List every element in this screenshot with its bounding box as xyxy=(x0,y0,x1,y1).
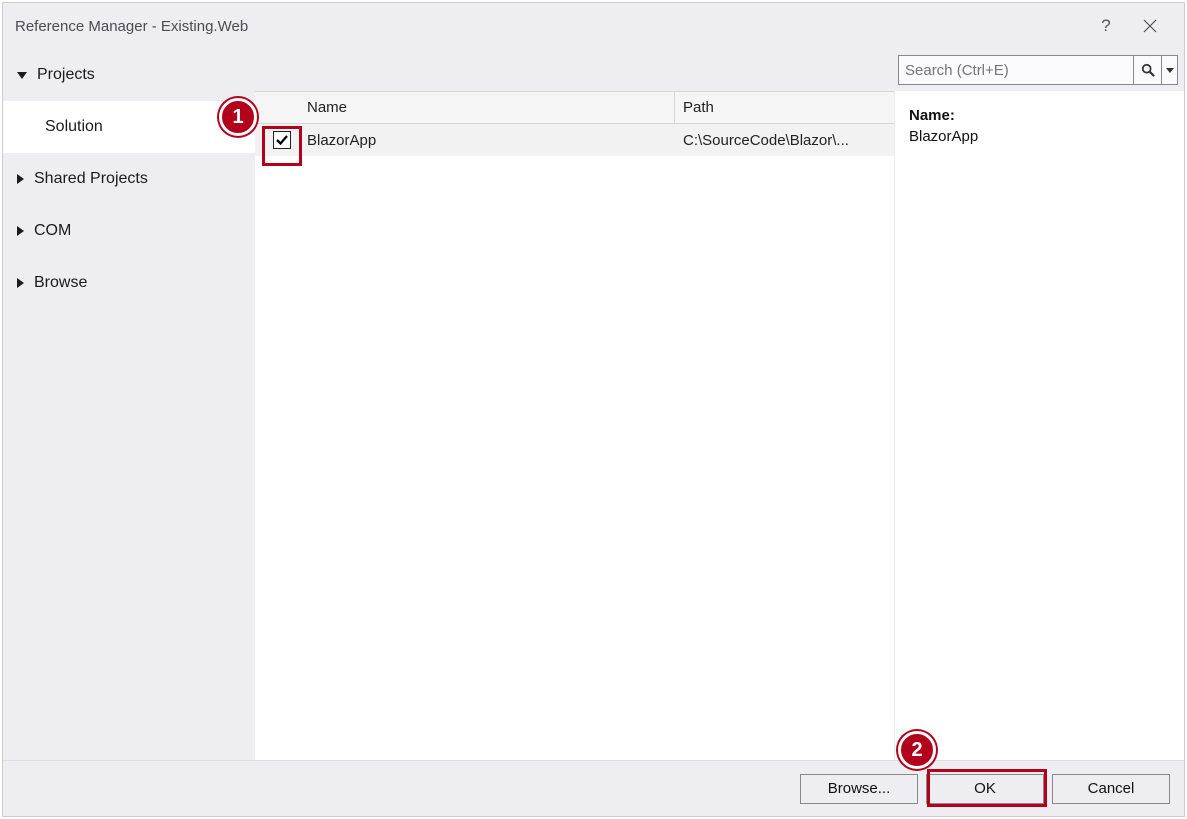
list-row[interactable]: BlazorApp C:\SourceCode\Blazor\... xyxy=(255,124,894,156)
row-path: C:\SourceCode\Blazor\... xyxy=(675,124,894,156)
col-name[interactable]: Name xyxy=(299,92,675,123)
sidebar-item-label: Shared Projects xyxy=(34,170,148,188)
chevron-right-icon xyxy=(17,226,24,236)
sidebar-item-com[interactable]: COM xyxy=(3,205,255,257)
help-icon: ? xyxy=(1101,16,1110,36)
chevron-down-icon xyxy=(1166,68,1174,73)
col-check xyxy=(255,92,299,123)
project-list: Name Path BlazorApp C:\SourceCode\Blazor… xyxy=(255,91,894,760)
search-row xyxy=(255,49,1184,91)
sidebar-item-label: Projects xyxy=(37,66,95,84)
search-dropdown[interactable] xyxy=(1161,56,1177,84)
details-panel: Name: BlazorApp xyxy=(894,91,1184,760)
row-name: BlazorApp xyxy=(299,124,675,156)
search-input[interactable] xyxy=(899,62,1133,79)
cancel-button[interactable]: Cancel xyxy=(1052,774,1170,804)
center-panel: Name Path BlazorApp C:\SourceCode\Blazor… xyxy=(255,49,1184,760)
search-box[interactable] xyxy=(898,55,1178,85)
ok-button[interactable]: OK xyxy=(926,774,1044,804)
check-icon xyxy=(276,134,288,146)
search-icon xyxy=(1141,63,1155,77)
row-check-cell xyxy=(255,124,299,156)
reference-manager-dialog: Reference Manager - Existing.Web ? Proje… xyxy=(2,2,1185,817)
dialog-body: Projects Solution Shared Projects COM Br… xyxy=(3,49,1184,760)
chevron-down-icon xyxy=(17,72,27,79)
help-button[interactable]: ? xyxy=(1084,3,1128,49)
sidebar-item-browse[interactable]: Browse xyxy=(3,257,255,309)
list-header: Name Path xyxy=(255,92,894,124)
list-wrap: Name Path BlazorApp C:\SourceCode\Blazor… xyxy=(255,91,1184,760)
sidebar-item-solution[interactable]: Solution xyxy=(3,101,255,153)
col-path[interactable]: Path xyxy=(675,92,894,123)
footer: Browse... OK Cancel xyxy=(3,760,1184,816)
search-submit[interactable] xyxy=(1133,56,1161,84)
sidebar: Projects Solution Shared Projects COM Br… xyxy=(3,49,255,760)
detail-name-label: Name: xyxy=(909,107,1170,124)
detail-name-value: BlazorApp xyxy=(909,128,1170,145)
close-icon xyxy=(1143,19,1157,33)
checkbox[interactable] xyxy=(273,131,291,149)
titlebar: Reference Manager - Existing.Web ? xyxy=(3,3,1184,49)
close-button[interactable] xyxy=(1128,3,1172,49)
chevron-right-icon xyxy=(17,278,24,288)
sidebar-item-label: Solution xyxy=(45,118,103,136)
sidebar-item-label: Browse xyxy=(34,274,87,292)
window-title: Reference Manager - Existing.Web xyxy=(15,18,248,35)
sidebar-item-shared-projects[interactable]: Shared Projects xyxy=(3,153,255,205)
sidebar-item-label: COM xyxy=(34,222,71,240)
sidebar-item-projects[interactable]: Projects xyxy=(3,49,255,101)
chevron-right-icon xyxy=(17,174,24,184)
browse-button[interactable]: Browse... xyxy=(800,774,918,804)
